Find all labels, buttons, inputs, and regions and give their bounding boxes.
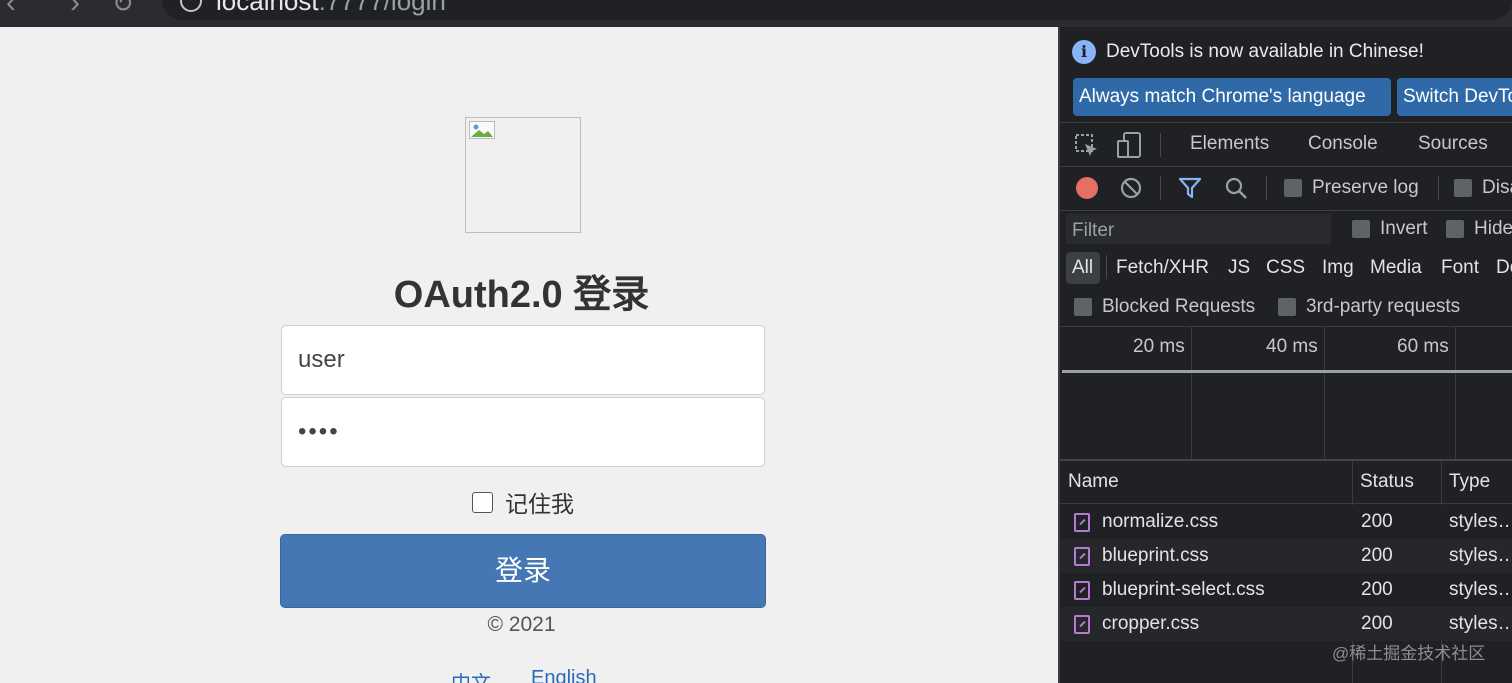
url-host: localhost	[216, 0, 319, 16]
request-name: blueprint-select.css	[1102, 579, 1265, 600]
timeline-tick: 60 ms	[1397, 336, 1449, 357]
type-filter-fetch-xhr[interactable]: Fetch/XHR	[1116, 257, 1209, 279]
third-party-label: 3rd-party requests	[1306, 296, 1461, 317]
request-status: 200	[1361, 511, 1393, 532]
request-name: blueprint.css	[1102, 545, 1209, 566]
back-arrow-icon[interactable]: ‹	[6, 0, 16, 20]
watermark-text: @稀土掘金技术社区	[1332, 644, 1486, 663]
request-type: styles…	[1449, 511, 1512, 532]
network-toolbar-divider	[1060, 210, 1512, 211]
toolbar-separator	[1160, 176, 1161, 200]
always-match-language-button[interactable]: Always match Chrome's language	[1073, 78, 1391, 116]
filters-divider	[1060, 326, 1512, 327]
filter-icon[interactable]	[1178, 177, 1202, 199]
request-status: 200	[1361, 545, 1393, 566]
broken-image-icon	[465, 117, 581, 233]
type-filter-all[interactable]: All	[1072, 257, 1093, 279]
disable-cache-checkbox[interactable]	[1454, 179, 1472, 197]
lang-link-chinese[interactable]: 中文	[451, 667, 491, 683]
address-url: localhost:7777/login	[216, 0, 446, 17]
password-input[interactable]	[281, 397, 765, 467]
devtools-language-message: DevTools is now available in Chinese!	[1106, 41, 1424, 62]
stylesheet-file-icon	[1074, 547, 1090, 566]
preserve-log-checkbox[interactable]	[1284, 179, 1302, 197]
blocked-requests-label: Blocked Requests	[1102, 296, 1256, 317]
request-status: 200	[1361, 613, 1393, 634]
search-icon[interactable]	[1224, 176, 1248, 200]
request-type: styles…	[1449, 579, 1512, 600]
timeline-tick: 40 ms	[1266, 336, 1318, 357]
login-page: OAuth2.0 登录 记住我 登录 © 2021 中文 English	[0, 27, 1058, 683]
browser-toolbar: ‹ › ↻ localhost:7777/login	[0, 0, 1512, 27]
type-separator	[1106, 255, 1107, 279]
request-type: styles…	[1449, 613, 1512, 634]
type-filter-css[interactable]: CSS	[1266, 257, 1305, 279]
info-icon: i	[1072, 40, 1096, 64]
type-filter-doc[interactable]: Doc	[1496, 257, 1512, 279]
stylesheet-file-icon	[1074, 513, 1090, 532]
tab-console[interactable]: Console	[1308, 133, 1378, 155]
username-input[interactable]	[281, 325, 765, 395]
tabs-divider	[1060, 166, 1512, 167]
type-filter-media[interactable]: Media	[1370, 257, 1422, 279]
timeline-gridline	[1191, 327, 1192, 459]
stylesheet-file-icon	[1074, 615, 1090, 634]
switch-devtools-language-button[interactable]: Switch DevTools to Chinese	[1397, 78, 1512, 116]
timeline-gridline	[1455, 327, 1456, 459]
toolbar-separator	[1438, 176, 1439, 200]
filter-placeholder: Filter	[1072, 220, 1115, 241]
device-toolbar-icon[interactable]	[1116, 131, 1144, 159]
request-name: normalize.css	[1102, 511, 1219, 532]
timeline-gridline	[1324, 327, 1325, 459]
remember-me[interactable]: 记住我	[472, 485, 574, 519]
column-header-name[interactable]: Name	[1068, 471, 1119, 493]
stylesheet-file-icon	[1074, 581, 1090, 600]
reload-icon[interactable]: ↻	[112, 0, 134, 19]
type-filter-img[interactable]: Img	[1322, 257, 1354, 279]
type-filter-js[interactable]: JS	[1228, 257, 1250, 279]
timeline-divider[interactable]	[1060, 459, 1512, 461]
invert-checkbox[interactable]	[1352, 220, 1370, 238]
infobar-divider	[1060, 122, 1512, 123]
hide-data-urls-checkbox[interactable]	[1446, 220, 1464, 238]
forward-arrow-icon[interactable]: ›	[70, 0, 80, 20]
hide-data-urls-label: Hide data URLs	[1474, 218, 1512, 239]
clear-icon[interactable]	[1120, 177, 1142, 199]
url-path: :7777/login	[318, 0, 446, 16]
blocked-requests-checkbox[interactable]	[1074, 298, 1092, 316]
copyright-text: © 2021	[487, 613, 556, 636]
disable-cache-label: Disable cache	[1482, 177, 1512, 198]
login-button[interactable]: 登录	[280, 534, 766, 608]
timeline-overview-bar	[1062, 370, 1512, 373]
inspect-element-icon[interactable]	[1074, 133, 1100, 159]
timeline-tick: 20 ms	[1133, 336, 1185, 357]
remember-me-checkbox[interactable]	[472, 491, 493, 513]
request-type: styles…	[1449, 545, 1512, 566]
tab-elements[interactable]: Elements	[1190, 133, 1269, 155]
column-header-status[interactable]: Status	[1360, 471, 1414, 493]
record-icon[interactable]	[1076, 177, 1098, 199]
remember-me-label: 记住我	[505, 491, 574, 517]
devtools-panel: i DevTools is now available in Chinese! …	[1058, 27, 1512, 683]
tab-sources[interactable]: Sources	[1418, 133, 1488, 155]
page-title: OAuth2.0 登录	[393, 274, 650, 316]
type-filter-font[interactable]: Font	[1441, 257, 1479, 279]
toolbar-separator	[1266, 176, 1267, 200]
request-name: cropper.css	[1102, 613, 1200, 634]
request-status: 200	[1361, 579, 1393, 600]
lang-link-english[interactable]: English	[531, 667, 597, 683]
third-party-checkbox[interactable]	[1278, 298, 1296, 316]
table-header-divider	[1060, 503, 1512, 504]
column-header-type[interactable]: Type	[1449, 471, 1490, 493]
invert-label: Invert	[1380, 218, 1428, 239]
preserve-log-label: Preserve log	[1312, 177, 1419, 198]
toolbar-separator	[1160, 133, 1161, 157]
